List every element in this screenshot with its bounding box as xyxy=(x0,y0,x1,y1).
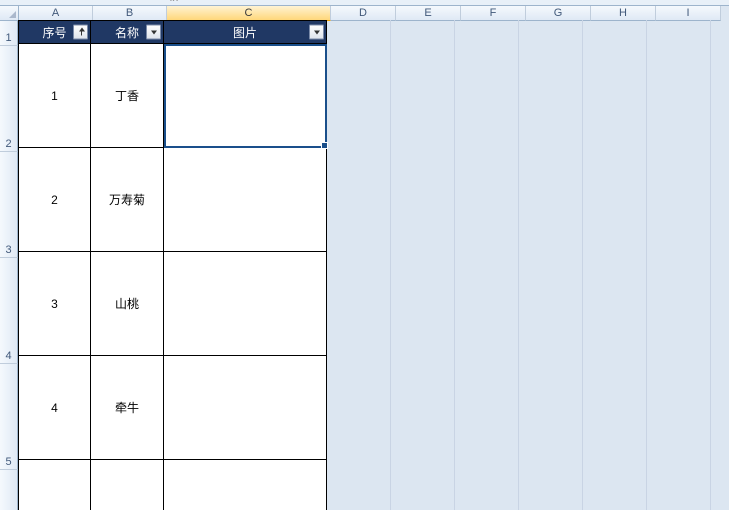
row-header-4[interactable]: 4 xyxy=(0,258,18,364)
gridline-vertical xyxy=(582,20,583,510)
pic-cell[interactable] xyxy=(164,460,327,510)
row-header-6[interactable]: 6 xyxy=(0,470,18,510)
table-header-label: 名称 xyxy=(115,24,139,41)
pic-cell[interactable] xyxy=(164,252,327,356)
gridline-vertical xyxy=(710,20,711,510)
gridline-vertical xyxy=(646,20,647,510)
table-row: 3山桃 xyxy=(18,252,327,356)
table-header-cell[interactable]: 序号 xyxy=(18,20,91,44)
seq-cell[interactable]: 3 xyxy=(18,252,91,356)
name-cell[interactable]: 万寿菊 xyxy=(91,148,164,252)
name-box[interactable]: C2 xyxy=(28,0,42,2)
table-header-cell[interactable]: 图片 xyxy=(164,20,327,44)
name-cell[interactable]: 丁香 xyxy=(91,44,164,148)
gridline-vertical xyxy=(518,20,519,510)
filter-dropdown-icon[interactable] xyxy=(146,25,161,40)
seq-cell[interactable] xyxy=(18,460,91,510)
name-cell[interactable] xyxy=(91,460,164,510)
filter-sort-asc-icon[interactable] xyxy=(73,25,88,40)
table-header-cell[interactable]: 名称 xyxy=(91,20,164,44)
col-header-E[interactable]: E xyxy=(396,6,461,21)
pic-cell[interactable] xyxy=(164,148,327,252)
formula-bar-fragment: C2 fx xyxy=(0,0,729,6)
seq-cell[interactable]: 2 xyxy=(18,148,91,252)
col-header-D[interactable]: D xyxy=(331,6,396,21)
pic-cell[interactable] xyxy=(164,44,327,148)
table-row: 1丁香 xyxy=(18,44,327,148)
name-cell[interactable]: 山桃 xyxy=(91,252,164,356)
gridline-vertical xyxy=(390,20,391,510)
table-row: 4牵牛 xyxy=(18,356,327,460)
table-header-label: 图片 xyxy=(233,24,257,41)
col-header-H[interactable]: H xyxy=(591,6,656,21)
col-header-G[interactable]: G xyxy=(526,6,591,21)
gridline-vertical xyxy=(454,20,455,510)
fx-icon[interactable]: fx xyxy=(170,0,179,4)
filter-dropdown-icon[interactable] xyxy=(309,25,324,40)
select-all-corner[interactable] xyxy=(0,6,19,21)
row-header-3[interactable]: 3 xyxy=(0,152,18,258)
column-header-row: ABCDEFGHI xyxy=(0,6,729,20)
col-header-B[interactable]: B xyxy=(93,6,167,21)
spreadsheet: ABCDEFGHI 123456 序号名称图片1丁香2万寿菊3山桃4牵牛 xyxy=(0,6,729,510)
seq-cell[interactable]: 1 xyxy=(18,44,91,148)
row-header-strip: 123456 xyxy=(0,20,18,510)
col-header-I[interactable]: I xyxy=(656,6,721,21)
row-header-5[interactable]: 5 xyxy=(0,364,18,470)
table-row xyxy=(18,460,327,510)
seq-cell[interactable]: 4 xyxy=(18,356,91,460)
name-cell[interactable]: 牵牛 xyxy=(91,356,164,460)
cell-grid[interactable]: 序号 名称 图片 1丁香2万寿菊3山桃4牵牛 xyxy=(18,20,729,510)
col-header-A[interactable]: A xyxy=(19,6,93,21)
pic-cell[interactable] xyxy=(164,356,327,460)
table-header-row: 序号 名称 图片 xyxy=(18,20,327,44)
table-header-label: 序号 xyxy=(42,24,66,41)
col-header-F[interactable]: F xyxy=(461,6,526,21)
row-header-1[interactable]: 1 xyxy=(0,20,18,46)
col-header-C[interactable]: C xyxy=(167,6,331,21)
row-header-2[interactable]: 2 xyxy=(0,46,18,152)
table-row: 2万寿菊 xyxy=(18,148,327,252)
